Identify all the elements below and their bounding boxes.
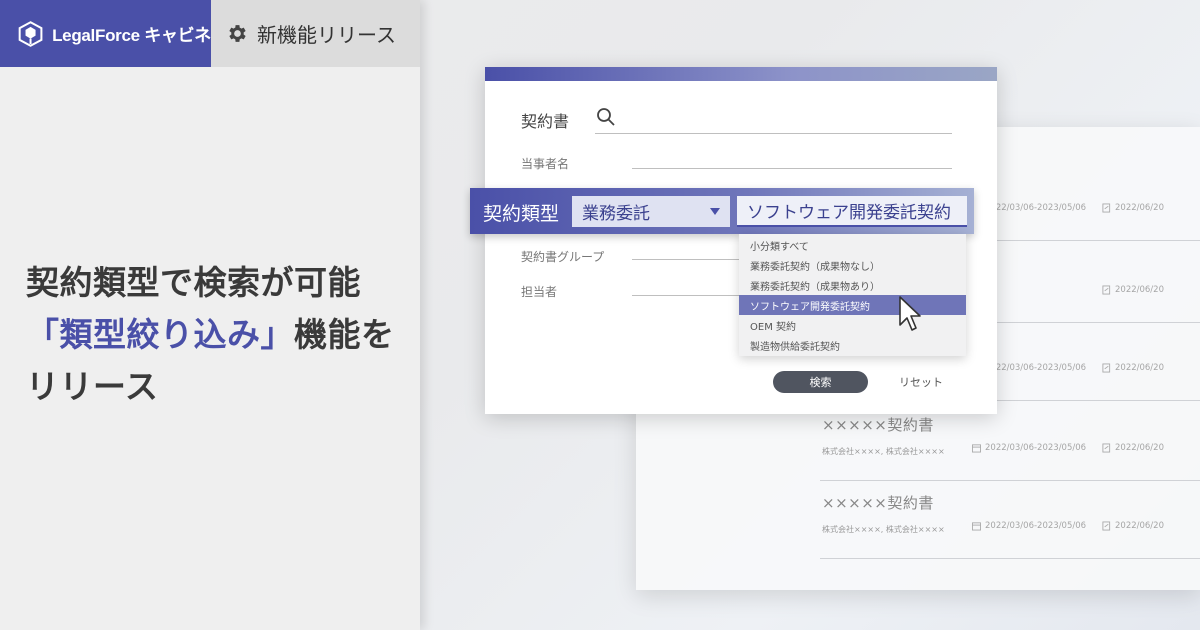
contract-parties: 株式会社××××, 株式会社××××: [822, 447, 945, 456]
contract-type-value: 業務委託: [582, 204, 650, 224]
party-field-label: 当事者名: [521, 157, 570, 171]
group-field-label: 契約書グループ: [521, 250, 605, 264]
release-tab[interactable]: 新機能リリース: [211, 0, 420, 67]
mouse-pointer-icon: [899, 296, 921, 331]
subtype-option[interactable]: OEM 契約: [739, 315, 966, 335]
headline-line-1: 契約類型で検索が可能: [26, 263, 361, 302]
headline-line-2: 「類型絞り込み」機能を: [26, 309, 411, 361]
headline: 契約類型で検索が可能 「類型絞り込み」機能を リリース: [26, 257, 411, 413]
contract-period: 2022/03/06-2023/05/06: [972, 521, 1086, 531]
left-panel: LegalForce キャビネ 新機能リリース 契約類型で検索が可能 「類型絞り…: [0, 0, 420, 630]
contract-period-text: 2022/03/06-2023/05/06: [985, 203, 1087, 213]
contract-subtype-value: ソフトウェア開発委託契約: [747, 203, 951, 223]
subtype-option[interactable]: 業務委託契約（成果物あり）: [739, 275, 966, 295]
group-input[interactable]: [632, 259, 742, 260]
document-edit-icon: [1102, 203, 1111, 213]
contract-updated-text: 2022/06/20: [1115, 203, 1164, 213]
contract-type-filter: 契約類型 業務委託 ソフトウェア開発委託契約: [470, 188, 974, 234]
reset-button[interactable]: リセット: [888, 371, 954, 393]
calendar-icon: [972, 444, 981, 453]
subtype-dropdown-menu: 小分類すべて 業務委託契約（成果物なし） 業務委託契約（成果物あり） ソフトウェ…: [739, 234, 966, 356]
subtype-option[interactable]: 小分類すべて: [739, 235, 966, 255]
brand-bar: LegalForce キャビネ: [0, 0, 211, 67]
search-button[interactable]: 検索: [773, 371, 868, 393]
contract-subtype-select[interactable]: ソフトウェア開発委託契約: [737, 196, 967, 227]
contract-updated: 2022/06/20: [1102, 443, 1164, 453]
contract-updated-text: 2022/06/20: [1115, 363, 1164, 373]
brand-name: LegalForce キャビネ: [52, 26, 211, 45]
document-edit-icon: [1102, 285, 1111, 295]
legalforce-logo-icon: [18, 20, 43, 47]
contract-parties: 株式会社××××, 株式会社××××: [822, 525, 945, 534]
subtype-option[interactable]: 製造物供給委託契約: [739, 335, 966, 355]
contract-title: ×××××契約書: [822, 416, 934, 434]
headline-line-2-rest: 機能を: [294, 315, 395, 354]
dropdown-caret-icon: [710, 208, 720, 215]
document-edit-icon: [1102, 521, 1111, 531]
document-edit-icon: [1102, 363, 1111, 373]
calendar-icon: [972, 522, 981, 531]
assignee-field-label: 担当者: [521, 285, 558, 299]
contract-updated: 2022/06/20: [1102, 521, 1164, 531]
assignee-input[interactable]: [632, 295, 742, 296]
contract-field-label: 契約書: [521, 112, 570, 131]
contract-type-select[interactable]: 業務委託: [572, 196, 730, 227]
contract-row[interactable]: ×××××契約書 株式会社××××, 株式会社×××× 2022/03/06-2…: [820, 479, 1200, 559]
document-edit-icon: [1102, 443, 1111, 453]
contract-updated: 2022/06/20: [1102, 285, 1164, 295]
gear-icon: [229, 25, 246, 42]
contract-period-text: 2022/03/06-2023/05/06: [985, 363, 1087, 373]
contract-updated-text: 2022/06/20: [1115, 443, 1164, 453]
contract-period-text: 2022/03/06-2023/05/06: [985, 521, 1087, 531]
contract-updated: 2022/06/20: [1102, 203, 1164, 213]
contract-search-input[interactable]: [595, 133, 952, 134]
headline-line-3: リリース: [26, 367, 159, 406]
headline-highlight: 「類型絞り込み」: [26, 315, 294, 354]
contract-updated-text: 2022/06/20: [1115, 521, 1164, 531]
contract-period-text: 2022/03/06-2023/05/06: [985, 443, 1087, 453]
subtype-option-selected[interactable]: ソフトウェア開発委託契約: [739, 295, 966, 315]
search-icon[interactable]: [596, 107, 616, 127]
card-header-bar: [485, 67, 997, 81]
contract-type-label: 契約類型: [483, 203, 560, 225]
subtype-option[interactable]: 業務委託契約（成果物なし）: [739, 255, 966, 275]
release-tab-label: 新機能リリース: [257, 23, 396, 47]
contract-period: 2022/03/06-2023/05/06: [972, 443, 1086, 453]
contract-updated-text: 2022/06/20: [1115, 285, 1164, 295]
contract-updated: 2022/06/20: [1102, 363, 1164, 373]
contract-title: ×××××契約書: [822, 494, 934, 512]
party-input[interactable]: [632, 168, 952, 169]
